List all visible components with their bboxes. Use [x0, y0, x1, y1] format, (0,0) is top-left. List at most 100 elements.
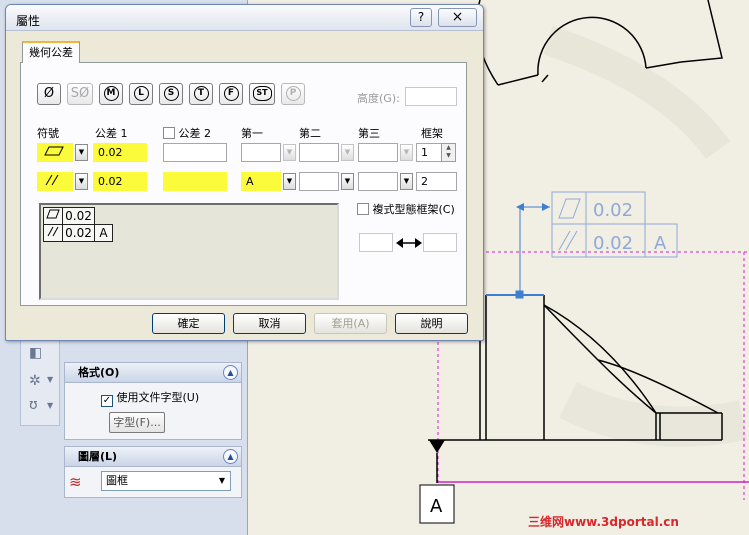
lmc-label: L [133, 86, 149, 101]
parallel-icon [45, 174, 59, 186]
row1-tolerance1-field[interactable]: 0.02 [93, 143, 147, 162]
row1-primary-dropdown[interactable]: ▼ [283, 144, 296, 161]
fill-icon[interactable]: ◧ [29, 345, 42, 361]
composite-frame-toggle[interactable]: 複式型態框架(C) [357, 201, 455, 217]
help-text-button[interactable]: 說明 [395, 313, 468, 334]
row1-secondary-field[interactable] [299, 143, 339, 162]
composite-field-left[interactable] [359, 233, 393, 252]
projected-zone-button[interactable]: P [281, 83, 305, 105]
parallel-symbol [558, 230, 571, 251]
tab-geometric-tolerance[interactable]: 幾何公差 [22, 41, 80, 63]
tool-strip: ◧ ✲ ▼ ʊ ▼ [20, 336, 60, 426]
dialog-titlebar[interactable]: 屬性 ? × [6, 5, 483, 31]
layer-select[interactable]: 圖框 ▼ [101, 471, 231, 491]
watermark: 三维网www.3dportal.cn [528, 514, 679, 529]
layer-group-header[interactable]: 圖層(L) ▲ [65, 447, 241, 467]
row2-tolerance1-field[interactable]: 0.02 [93, 172, 147, 191]
parallel-icon [47, 226, 59, 237]
row1-symbol-field[interactable] [37, 143, 73, 162]
ok-button[interactable]: 確定 [152, 313, 225, 334]
row2-frame-field[interactable]: 2 [416, 172, 457, 191]
symbol-header: 符號 [37, 127, 59, 140]
help-button[interactable]: ? [410, 8, 432, 27]
tertiary-header: 第三 [358, 127, 380, 140]
fcf-row1-value: 0.02 [593, 200, 633, 221]
format-group: 格式(O) ▲ ✓ 使用文件字型(U) 字型(F)... [64, 362, 242, 440]
row2-secondary-dropdown[interactable]: ▼ [341, 173, 354, 190]
statistical-label: ST [252, 86, 272, 101]
rfs-label: S [163, 86, 179, 101]
preview-row1-symbol [43, 207, 63, 225]
use-doc-font-checkbox[interactable]: ✓ [101, 395, 113, 407]
row2-tolerance2-field[interactable] [163, 172, 227, 191]
tab-page: Ø SØ M L S T F ST P 高度(G): 符號 公差 1 公差 2 … [20, 62, 467, 306]
dropdown-arrow-icon[interactable]: ▼ [47, 401, 53, 410]
dropdown-arrow-icon[interactable]: ▼ [47, 375, 53, 384]
cancel-button[interactable]: 取消 [233, 313, 306, 334]
fcf-preview: 0.02 0.02 A [39, 203, 339, 300]
row2-tertiary-dropdown[interactable]: ▼ [400, 173, 413, 190]
rfs-button[interactable]: S [159, 83, 183, 105]
tolerance2-checkbox[interactable] [163, 127, 175, 139]
lmc-button[interactable]: L [129, 83, 153, 105]
projected-zone-label: P [285, 86, 301, 101]
curve-icon[interactable]: ʊ [29, 397, 38, 413]
row2-primary-dropdown[interactable]: ▼ [283, 173, 296, 190]
preview-row2-tolerance: 0.02 [62, 224, 95, 242]
fcf-leader [515, 203, 550, 299]
font-button[interactable]: 字型(F)... [109, 412, 165, 433]
row2-secondary-field[interactable] [299, 172, 339, 191]
tolerance2-header: 公差 2 [178, 127, 212, 140]
spin-up-icon[interactable]: ▲ [442, 144, 455, 152]
row2-tertiary-field[interactable] [358, 172, 398, 191]
fcf-row2-value: 0.02 [593, 233, 633, 254]
apply-button[interactable]: 套用(A) [314, 313, 387, 334]
mmc-button[interactable]: M [99, 83, 123, 105]
tolerance2-toggle[interactable]: 公差 2 [163, 125, 211, 141]
spherical-diameter-button[interactable]: SØ [67, 83, 93, 105]
preview-row2-datum: A [94, 224, 113, 242]
row1-secondary-dropdown[interactable]: ▼ [341, 144, 354, 161]
free-state-button[interactable]: F [219, 83, 243, 105]
diameter-button[interactable]: Ø [37, 83, 61, 105]
flatness-icon [44, 146, 64, 156]
preview-row2-symbol [43, 224, 63, 242]
row2-symbol-dropdown[interactable]: ▼ [75, 173, 88, 190]
format-group-title: 格式(O) [78, 366, 120, 379]
layer-group: 圖層(L) ▲ ≋ 圖框 ▼ [64, 446, 242, 498]
composite-frame-label: 複式型態框架(C) [372, 203, 455, 216]
row1-frame-spinner[interactable]: ▲ ▼ [441, 143, 456, 162]
row2-primary-field[interactable]: A [241, 172, 281, 191]
free-state-label: F [223, 86, 239, 101]
layers-icon: ≋ [69, 473, 82, 491]
composite-field-right[interactable] [423, 233, 457, 252]
frame-header: 框架 [421, 127, 443, 140]
use-doc-font-label: 使用文件字型(U) [116, 391, 200, 404]
tangent-plane-label: T [193, 86, 209, 101]
statistical-button[interactable]: ST [249, 83, 275, 105]
properties-dialog: 屬性 ? × 幾何公差 Ø SØ M L S T F ST P 高度(G): 符… [5, 4, 484, 341]
row1-frame-field[interactable]: 1 [416, 143, 442, 162]
tangent-plane-button[interactable]: T [189, 83, 213, 105]
dialog-title: 屬性 [16, 14, 41, 28]
height-field[interactable] [405, 87, 457, 106]
guide-lines [437, 251, 749, 500]
row1-tertiary-field[interactable] [358, 143, 398, 162]
fcf-row2-datum: A [654, 233, 667, 254]
sparkle-icon[interactable]: ✲ [29, 373, 41, 389]
row1-tertiary-dropdown[interactable]: ▼ [400, 144, 413, 161]
spin-down-icon[interactable]: ▼ [442, 152, 455, 160]
row2-symbol-field[interactable] [37, 172, 73, 191]
row1-symbol-dropdown[interactable]: ▼ [75, 144, 88, 161]
row1-primary-field[interactable] [241, 143, 281, 162]
close-button[interactable]: × [438, 8, 477, 27]
composite-frame-checkbox[interactable] [357, 203, 369, 215]
mmc-label: M [103, 86, 119, 101]
collapse-icon[interactable]: ▲ [223, 365, 238, 380]
collapse-icon[interactable]: ▲ [223, 449, 238, 464]
use-doc-font-row[interactable]: ✓ 使用文件字型(U) [101, 389, 199, 407]
tolerance1-header: 公差 1 [95, 127, 128, 140]
format-group-header[interactable]: 格式(O) ▲ [65, 363, 241, 383]
row1-tolerance2-field[interactable] [163, 143, 227, 162]
chevron-down-icon[interactable]: ▼ [214, 472, 230, 490]
